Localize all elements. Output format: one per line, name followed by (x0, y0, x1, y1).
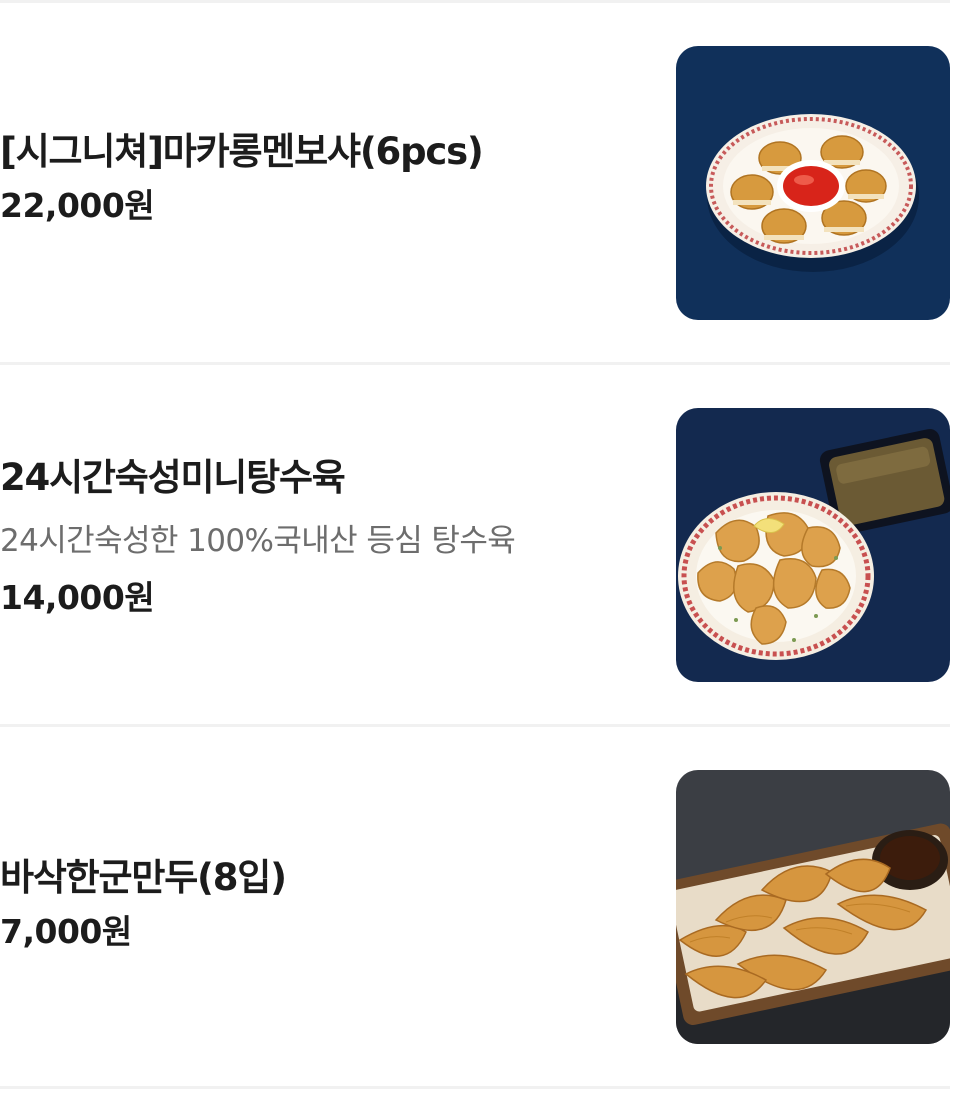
menu-item-price: 22,000원 (0, 186, 155, 225)
menu-item-name: 24시간숙성미니탕수육 (0, 456, 346, 499)
menu-item-name: 바삭한군만두(8입) (0, 856, 287, 899)
menu-item-fried-dumplings[interactable]: 바삭한군만두(8입) 7,000원 (0, 727, 966, 1089)
menu-item-macaron-menbosha[interactable]: [시그니쳐]마카롱멘보샤(6pcs) 22,000원 (0, 3, 966, 365)
menu-item-info: 24시간숙성미니탕수육 24시간숙성한 100%국내산 등심 탕수육 14,00… (0, 455, 516, 619)
menu-item-price: 7,000원 (0, 912, 132, 951)
menu-item-info: [시그니쳐]마카롱멘보샤(6pcs) 22,000원 (0, 129, 484, 227)
menu-item-mini-tangsuyuk[interactable]: 24시간숙성미니탕수육 24시간숙성한 100%국내산 등심 탕수육 14,00… (0, 365, 966, 727)
menu-item-image[interactable] (676, 46, 950, 320)
menu-item-info: 바삭한군만두(8입) 7,000원 (0, 855, 287, 953)
menu-item-price: 14,000원 (0, 578, 155, 617)
divider (0, 1086, 950, 1089)
menu-item-image[interactable] (676, 408, 950, 682)
menu-item-name: [시그니쳐]마카롱멘보샤(6pcs) (0, 130, 484, 173)
menu-item-image[interactable] (676, 770, 950, 1044)
menu-item-description: 24시간숙성한 100%국내산 등심 탕수육 (0, 523, 516, 559)
